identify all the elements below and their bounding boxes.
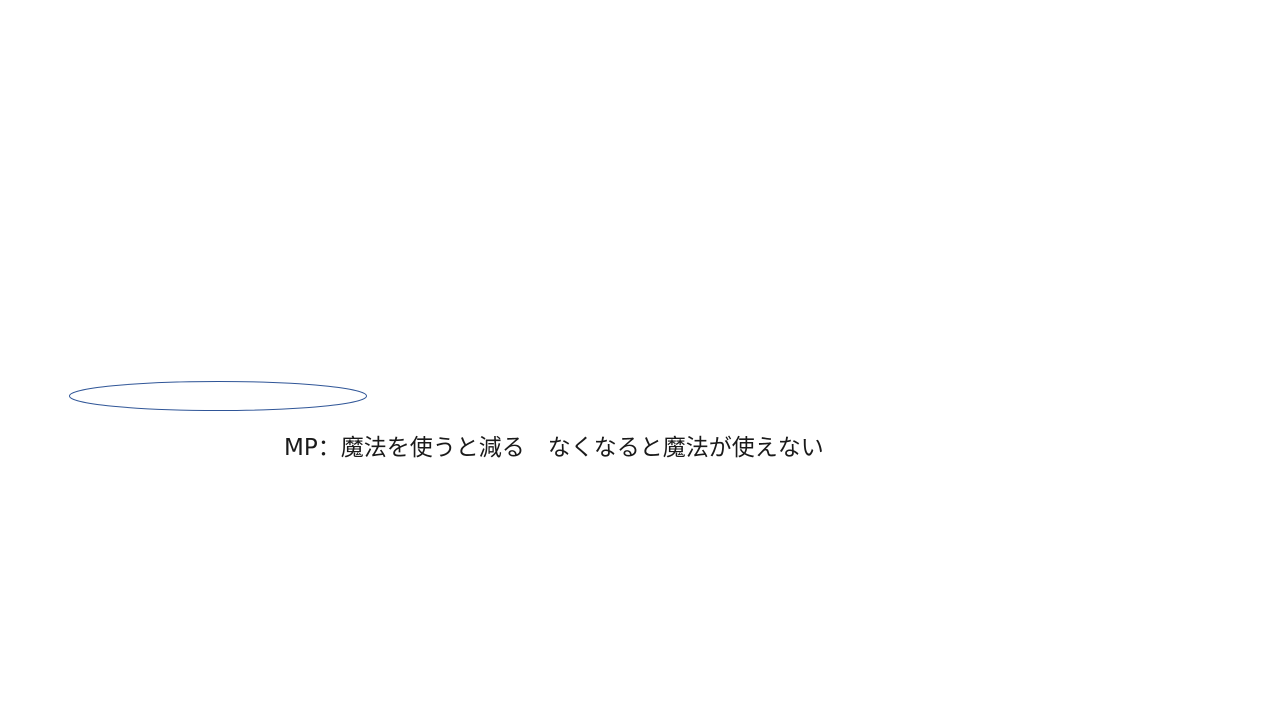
ellipse-outline	[69, 381, 367, 411]
slide-caption-text: MP：魔法を使うと減る なくなると魔法が使えない	[284, 435, 824, 461]
slide-canvas: MP：魔法を使うと減る なくなると魔法が使えない	[0, 0, 1280, 720]
ellipse-shape[interactable]	[68, 380, 368, 412]
